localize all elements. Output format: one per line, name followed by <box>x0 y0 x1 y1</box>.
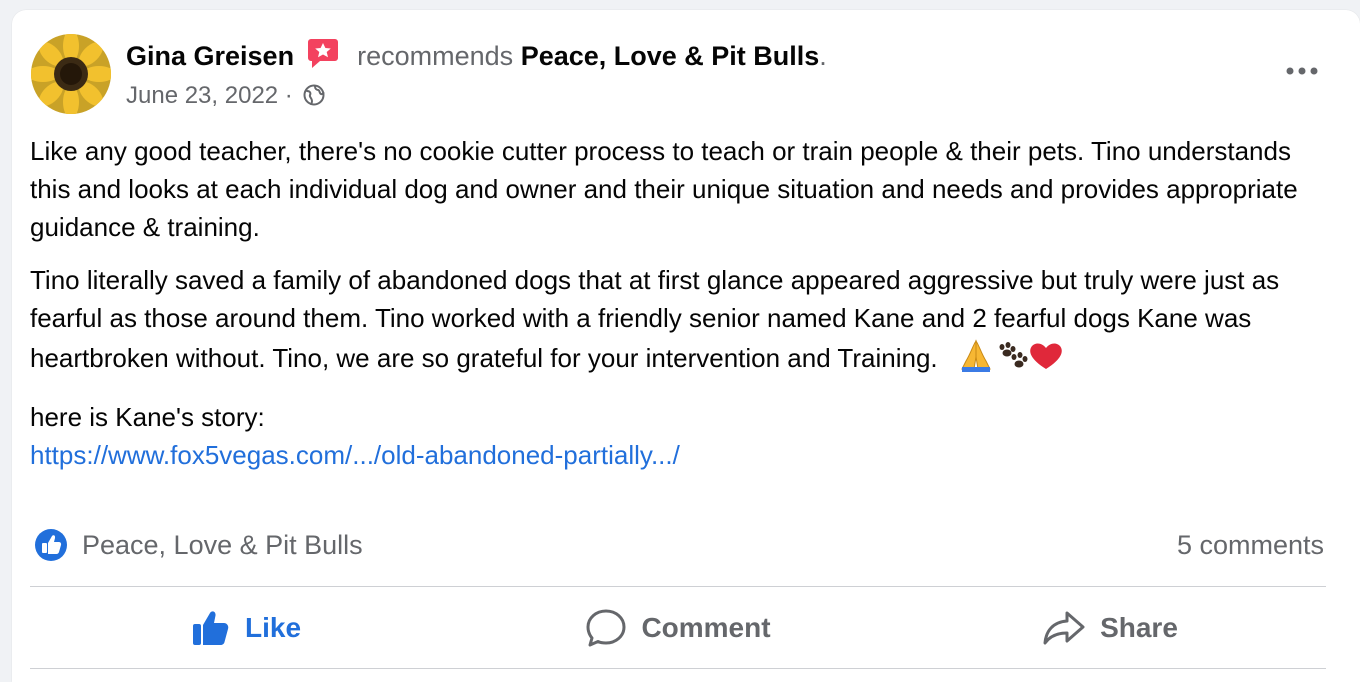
post-paragraph-with-emoji: Tino literally saved a family of abandon… <box>30 261 1330 383</box>
praying-hands-icon <box>960 339 991 372</box>
recommends-text: recommends <box>357 41 514 71</box>
post-paragraph: Like any good teacher, there's no cookie… <box>30 136 1298 242</box>
divider <box>30 586 1326 587</box>
red-heart-icon <box>1029 343 1062 369</box>
post-body: Like any good teacher, there's no cookie… <box>30 132 1330 474</box>
share-arrow-icon <box>1043 611 1085 645</box>
post-meta: June 23, 2022 · <box>126 80 325 115</box>
comment-button[interactable]: Comment <box>462 600 894 656</box>
author-line: Gina Greisen recommends Peace, Love & Pi… <box>126 36 827 79</box>
page-name-link[interactable]: Peace, Love & Pit Bulls <box>521 41 820 71</box>
author-name[interactable]: Gina Greisen <box>126 41 294 71</box>
like-reaction-icon[interactable] <box>34 528 68 567</box>
more-options-button[interactable] <box>1280 56 1324 86</box>
recommended-by-text[interactable]: Peace, Love & Pit Bulls <box>82 527 363 563</box>
comment-label: Comment <box>641 612 771 643</box>
post-paragraph: Tino literally saved a family of abandon… <box>30 265 1280 373</box>
star-badge-icon <box>306 36 340 79</box>
more-dots-icon <box>1286 67 1318 75</box>
story-link[interactable]: https://www.fox5vegas.com/.../old-abando… <box>30 440 680 470</box>
like-label: Like <box>244 612 302 643</box>
like-button[interactable]: Like <box>30 600 462 656</box>
emoji-group <box>960 337 1064 383</box>
avatar[interactable] <box>31 34 111 114</box>
page-name-period: . <box>819 41 827 71</box>
comments-count[interactable]: 5 comments <box>1177 527 1324 563</box>
sunflower-avatar-image <box>31 34 111 114</box>
divider <box>30 668 1326 669</box>
post-date[interactable]: June 23, 2022 <box>126 82 278 109</box>
globe-icon <box>303 83 325 115</box>
reactions-bar: Peace, Love & Pit Bulls 5 comments <box>32 527 1326 563</box>
thumbs-up-icon <box>192 611 229 645</box>
comment-bubble-icon <box>586 609 626 647</box>
meta-separator: · <box>278 82 300 109</box>
share-button[interactable]: Share <box>894 600 1326 656</box>
share-label: Share <box>1100 612 1178 643</box>
story-intro: here is Kane's story: <box>30 402 265 432</box>
post-card: Gina Greisen recommends Peace, Love & Pi… <box>12 10 1360 682</box>
post-actions: Like Comment Share <box>30 600 1326 656</box>
paw-prints-icon <box>999 342 1028 368</box>
